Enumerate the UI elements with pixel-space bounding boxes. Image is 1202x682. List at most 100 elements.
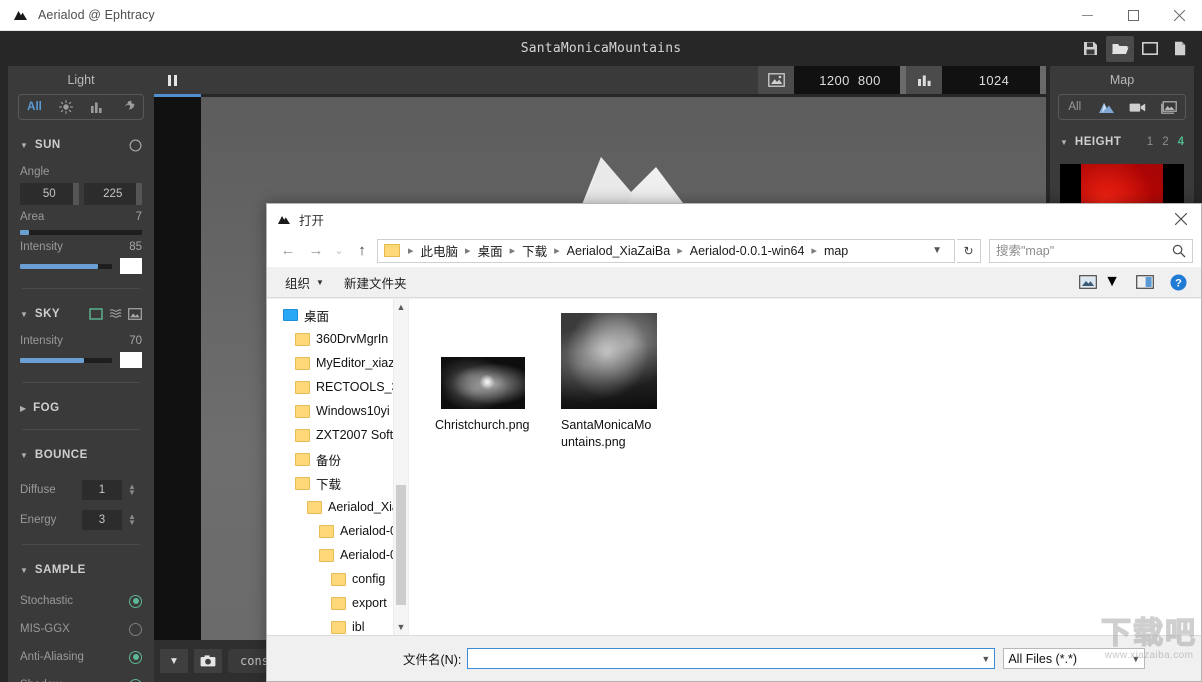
tree-item-windows10yi[interactable]: Windows10yi <box>267 399 408 423</box>
tab-all[interactable]: All <box>1059 95 1091 119</box>
chevron-down-icon[interactable]: ▼ <box>924 245 950 256</box>
sky-gradient-icon[interactable] <box>109 308 122 320</box>
help-button[interactable]: ? <box>1164 274 1193 291</box>
bounce-section-header[interactable]: ▼ BOUNCE <box>20 440 142 470</box>
tab-all[interactable]: All <box>19 95 50 119</box>
sun-area-slider[interactable] <box>20 230 142 235</box>
tree-item-aerialod-a[interactable]: Aerialod-0 <box>267 519 408 543</box>
chevron-down-icon[interactable]: ▼ <box>1131 654 1140 664</box>
height-level-4[interactable]: 4 <box>1178 136 1184 148</box>
sample-option-anti-aliasing[interactable]: Anti-Aliasing <box>20 645 142 669</box>
breadcrumb-item-4[interactable]: Aerialod-0.0.1-win64 <box>688 244 807 258</box>
sun-toggle-circle-icon[interactable] <box>129 139 142 152</box>
tree-item-xiazai[interactable]: 下载 <box>267 471 408 495</box>
save-icon[interactable] <box>1076 36 1104 62</box>
back-button[interactable]: ← <box>275 238 301 264</box>
tab-camera-icon[interactable] <box>1122 95 1154 119</box>
sky-intensity-slider[interactable] <box>20 358 112 363</box>
breadcrumb-item-3[interactable]: Aerialod_XiaZaiBa <box>565 244 673 258</box>
dropdown-toggle-button[interactable]: ▼ <box>160 649 188 673</box>
resolution-field[interactable]: 1200 800 <box>794 66 906 94</box>
open-folder-icon[interactable] <box>1106 36 1134 62</box>
fog-section-header[interactable]: ▶ FOG <box>20 393 142 423</box>
height-level-2[interactable]: 2 <box>1162 136 1168 148</box>
filename-field[interactable]: ▼ <box>467 648 995 669</box>
scroll-down-arrow-icon[interactable]: ▼ <box>394 619 408 635</box>
file-item-christchurch[interactable]: Christchurch.png <box>435 313 531 434</box>
tree-item-desktop[interactable]: 桌面 <box>267 303 408 327</box>
refresh-button[interactable]: ↻ <box>957 239 981 263</box>
view-mode-button[interactable]: ▼ <box>1073 273 1126 291</box>
radio-on-icon[interactable] <box>129 651 142 664</box>
file-icon[interactable] <box>1166 36 1194 62</box>
breadcrumb-item-2[interactable]: 下载 <box>520 241 549 260</box>
sample-option-shadow[interactable]: Shadow <box>20 673 142 682</box>
file-type-filter[interactable]: All Files (*.*) ▼ <box>1003 648 1145 669</box>
sun-angle-a-input[interactable]: 50 <box>20 183 79 205</box>
tree-item-360drvmgrin[interactable]: 360DrvMgrIn <box>267 327 408 351</box>
dialog-close-button[interactable] <box>1161 204 1201 234</box>
sun-intensity-slider[interactable] <box>20 264 112 269</box>
sky-image-icon[interactable] <box>128 308 142 320</box>
bar-chart-icon[interactable] <box>906 66 942 94</box>
sun-color-swatch[interactable] <box>120 258 142 274</box>
minimize-button[interactable] <box>1064 0 1110 31</box>
sky-solid-icon[interactable] <box>89 308 103 320</box>
radio-on-icon[interactable] <box>129 595 142 608</box>
history-dropdown-button[interactable]: ⌄ <box>331 238 347 264</box>
search-input[interactable] <box>996 244 1172 258</box>
scroll-up-arrow-icon[interactable]: ▲ <box>394 299 408 315</box>
file-item-santamonicamountains[interactable]: SantaMonicaMountains.png <box>561 313 657 451</box>
tab-image-icon[interactable] <box>1154 95 1186 119</box>
file-list-pane[interactable]: Christchurch.png SantaMonicaMountains.pn… <box>409 299 1201 635</box>
sun-angle-b-input[interactable]: 225 <box>84 183 143 205</box>
breadcrumb[interactable]: ▸ 此电脑 ▸ 桌面 ▸ 下载 ▸ Aerialod_XiaZaiBa ▸ Ae… <box>377 239 955 263</box>
tab-settings-icon[interactable] <box>112 95 143 119</box>
camera-icon[interactable] <box>194 649 222 673</box>
maximize-button[interactable] <box>1110 0 1156 31</box>
sky-color-swatch[interactable] <box>120 352 142 368</box>
tree-item-config[interactable]: config <box>267 567 408 591</box>
samples-field[interactable]: 1024 <box>942 66 1046 94</box>
breadcrumb-item-0[interactable]: 此电脑 <box>419 241 461 260</box>
height-section-header[interactable]: ▼ HEIGHT 1 2 4 <box>1050 128 1194 156</box>
tree-item-beifen[interactable]: 备份 <box>267 447 408 471</box>
image-icon[interactable] <box>758 66 794 94</box>
organize-menu[interactable]: 组织 ▼ <box>275 273 334 292</box>
sky-section-header[interactable]: ▼ SKY <box>20 299 142 329</box>
tree-item-ibl[interactable]: ibl <box>267 615 408 635</box>
preview-pane-button[interactable] <box>1130 275 1160 289</box>
breadcrumb-item-1[interactable]: 桌面 <box>476 241 505 260</box>
bounce-energy-stepper[interactable]: ▲▼ <box>128 514 136 526</box>
forward-button[interactable]: → <box>303 238 329 264</box>
radio-off-icon[interactable] <box>129 623 142 636</box>
sample-option-mis-ggx[interactable]: MIS-GGX <box>20 617 142 641</box>
bounce-diffuse-stepper[interactable]: ▲▼ <box>128 484 136 496</box>
bounce-energy-input[interactable]: 3 <box>82 510 122 530</box>
tab-terrain-icon[interactable] <box>1091 95 1123 119</box>
tree-scrollbar[interactable]: ▲ ▼ <box>393 299 408 635</box>
tree-item-zxt2007[interactable]: ZXT2007 Soft <box>267 423 408 447</box>
chevron-down-icon[interactable]: ▼ <box>977 654 990 664</box>
close-button[interactable] <box>1156 0 1202 31</box>
radio-on-icon[interactable] <box>129 679 142 682</box>
tree-item-myeditor[interactable]: MyEditor_xiaz <box>267 351 408 375</box>
up-button[interactable]: ↑ <box>349 238 375 264</box>
sample-section-header[interactable]: ▼ SAMPLE <box>20 555 142 585</box>
tree-item-aerialod-xiazaiba[interactable]: Aerialod_Xia <box>267 495 408 519</box>
scrollbar-thumb[interactable] <box>396 485 406 605</box>
search-box[interactable] <box>989 239 1193 263</box>
tab-chart-icon[interactable] <box>81 95 112 119</box>
window-icon[interactable] <box>1136 36 1164 62</box>
tree-item-export[interactable]: export <box>267 591 408 615</box>
tree-item-aerialod-b[interactable]: Aerialod-0 <box>267 543 408 567</box>
filename-input[interactable] <box>472 652 977 666</box>
height-level-1[interactable]: 1 <box>1147 136 1153 148</box>
sample-option-stochastic[interactable]: Stochastic <box>20 589 142 613</box>
tree-item-rectools[interactable]: RECTOOLS_30 <box>267 375 408 399</box>
new-folder-button[interactable]: 新建文件夹 <box>334 273 417 292</box>
sun-section-header[interactable]: ▼ SUN <box>20 130 142 160</box>
bounce-diffuse-input[interactable]: 1 <box>82 480 122 500</box>
tab-sun-icon[interactable] <box>50 95 81 119</box>
pause-button[interactable] <box>154 66 190 94</box>
